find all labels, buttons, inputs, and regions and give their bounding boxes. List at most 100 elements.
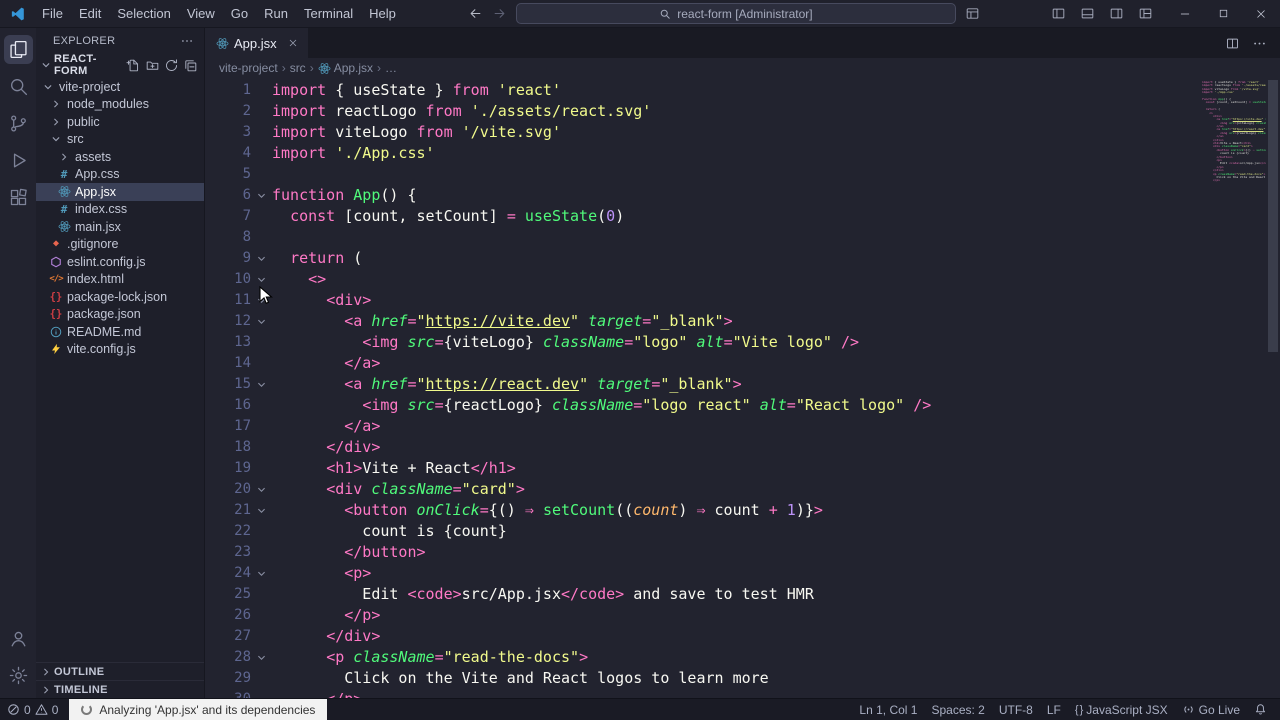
code-line-24[interactable]: 24 <p> <box>205 563 1280 584</box>
breadcrumb-…[interactable]: … <box>385 61 397 75</box>
split-editor-icon[interactable] <box>1220 36 1245 51</box>
code-line-10[interactable]: 10 <> <box>205 269 1280 290</box>
code-line-12[interactable]: 12 <a href="https://vite.dev" target="_b… <box>205 311 1280 332</box>
customize-layout-icon[interactable] <box>1131 0 1160 27</box>
code-line-28[interactable]: 28 <p className="read-the-docs"> <box>205 647 1280 668</box>
menu-go[interactable]: Go <box>223 0 256 27</box>
toggle-sidebar-icon[interactable] <box>1044 0 1073 27</box>
new-folder-icon[interactable] <box>145 58 160 73</box>
code-line-9[interactable]: 9 return ( <box>205 248 1280 269</box>
project-section-header[interactable]: REACT-FORM <box>36 53 204 77</box>
fold-toggle-icon[interactable] <box>251 563 272 584</box>
collapse-all-icon[interactable] <box>183 58 198 73</box>
fold-toggle-icon[interactable] <box>251 311 272 332</box>
code-line-3[interactable]: 3 import viteLogo from '/vite.svg' <box>205 122 1280 143</box>
code-line-25[interactable]: 25 Edit <code>src/App.jsx</code> and sav… <box>205 584 1280 605</box>
scrollbar-thumb[interactable] <box>1268 80 1278 352</box>
toggle-secondary-sidebar-icon[interactable] <box>1102 0 1131 27</box>
code-line-4[interactable]: 4 import './App.css' <box>205 143 1280 164</box>
activity-settings[interactable] <box>0 657 36 694</box>
breadcrumb-App.jsx[interactable]: App.jsx <box>318 61 373 75</box>
status-cursor-position[interactable]: Ln 1, Col 1 <box>852 699 924 720</box>
toggle-panel-icon[interactable] <box>1073 0 1102 27</box>
tree-item-README.md[interactable]: README.md <box>36 323 204 341</box>
tree-item-vite-project[interactable]: vite-project <box>36 78 204 96</box>
code-line-22[interactable]: 22 count is {count} <box>205 521 1280 542</box>
tree-item-index.css[interactable]: # index.css <box>36 201 204 219</box>
panel-outline[interactable]: OUTLINE <box>36 662 204 680</box>
tree-item-src[interactable]: src <box>36 131 204 149</box>
menu-file[interactable]: File <box>34 0 71 27</box>
tree-item-.gitignore[interactable]: ◆ .gitignore <box>36 236 204 254</box>
layout-control-icon[interactable] <box>965 6 980 21</box>
close-icon[interactable] <box>287 37 299 49</box>
menu-run[interactable]: Run <box>256 0 296 27</box>
menu-view[interactable]: View <box>179 0 223 27</box>
command-center-search[interactable]: react-form [Administrator] <box>515 3 956 24</box>
activity-extensions[interactable] <box>0 179 36 216</box>
status-eol[interactable]: LF <box>1040 699 1068 720</box>
fold-toggle-icon[interactable] <box>251 248 272 269</box>
status-notifications[interactable] <box>1247 699 1274 720</box>
tree-item-assets[interactable]: assets <box>36 148 204 166</box>
fold-toggle-icon[interactable] <box>251 479 272 500</box>
code-line-19[interactable]: 19 <h1>Vite + React</h1> <box>205 458 1280 479</box>
code-line-5[interactable]: 5 <box>205 164 1280 185</box>
activity-source-control[interactable] <box>0 105 36 142</box>
fold-toggle-icon[interactable] <box>251 290 272 311</box>
code-line-17[interactable]: 17 </a> <box>205 416 1280 437</box>
code-line-26[interactable]: 26 </p> <box>205 605 1280 626</box>
status-indentation[interactable]: Spaces: 2 <box>924 699 991 720</box>
code-line-14[interactable]: 14 </a> <box>205 353 1280 374</box>
fold-toggle-icon[interactable] <box>251 374 272 395</box>
fold-toggle-icon[interactable] <box>251 269 272 290</box>
code-line-15[interactable]: 15 <a href="https://react.dev" target="_… <box>205 374 1280 395</box>
tree-item-vite.config.js[interactable]: vite.config.js <box>36 341 204 359</box>
code-line-6[interactable]: 6 function App() { <box>205 185 1280 206</box>
code-line-23[interactable]: 23 </button> <box>205 542 1280 563</box>
editor-scrollbar[interactable] <box>1266 78 1280 698</box>
code-line-16[interactable]: 16 <img src={reactLogo} className="logo … <box>205 395 1280 416</box>
tree-item-eslint.config.js[interactable]: eslint.config.js <box>36 253 204 271</box>
breadcrumb-vite-project[interactable]: vite-project <box>219 61 278 75</box>
menu-selection[interactable]: Selection <box>109 0 178 27</box>
code-line-11[interactable]: 11 <div> <box>205 290 1280 311</box>
menu-edit[interactable]: Edit <box>71 0 109 27</box>
fold-toggle-icon[interactable] <box>251 647 272 668</box>
status-encoding[interactable]: UTF-8 <box>992 699 1040 720</box>
tree-item-main.jsx[interactable]: main.jsx <box>36 218 204 236</box>
code-editor[interactable]: 1 import { useState } from 'react' 2 import… <box>205 78 1280 698</box>
close-window-button[interactable] <box>1242 0 1280 27</box>
code-line-30[interactable]: 30 </p> <box>205 689 1280 698</box>
more-actions-icon[interactable] <box>180 34 194 48</box>
panel-timeline[interactable]: TIMELINE <box>36 680 204 698</box>
status-go-live[interactable]: Go Live <box>1175 699 1247 720</box>
more-actions-icon[interactable] <box>1247 36 1272 51</box>
code-line-27[interactable]: 27 </div> <box>205 626 1280 647</box>
refresh-icon[interactable] <box>164 58 179 73</box>
tree-item-App.css[interactable]: # App.css <box>36 166 204 184</box>
breadcrumb-src[interactable]: src <box>290 61 306 75</box>
activity-explorer[interactable] <box>0 31 36 68</box>
tab-app-jsx[interactable]: App.jsx <box>205 28 309 58</box>
activity-run-debug[interactable] <box>0 142 36 179</box>
code-line-20[interactable]: 20 <div className="card"> <box>205 479 1280 500</box>
tree-item-App.jsx[interactable]: App.jsx <box>36 183 204 201</box>
fold-toggle-icon[interactable] <box>251 185 272 206</box>
code-line-7[interactable]: 7 const [count, setCount] = useState(0) <box>205 206 1280 227</box>
new-file-icon[interactable] <box>126 58 141 73</box>
tree-item-node_modules[interactable]: node_modules <box>36 96 204 114</box>
code-line-21[interactable]: 21 <button onClick={() ⇒ setCount((count… <box>205 500 1280 521</box>
status-problems[interactable]: 0 0 <box>0 699 65 720</box>
activity-account[interactable] <box>0 620 36 657</box>
tree-item-package-lock.json[interactable]: {} package-lock.json <box>36 288 204 306</box>
tree-item-index.html[interactable]: </> index.html <box>36 271 204 289</box>
maximize-button[interactable] <box>1204 0 1242 27</box>
code-line-2[interactable]: 2 import reactLogo from './assets/react.s… <box>205 101 1280 122</box>
code-line-1[interactable]: 1 import { useState } from 'react' <box>205 80 1280 101</box>
nav-back-icon[interactable] <box>468 6 483 21</box>
status-language-mode[interactable]: { } JavaScript JSX <box>1068 699 1175 720</box>
fold-toggle-icon[interactable] <box>251 500 272 521</box>
code-line-18[interactable]: 18 </div> <box>205 437 1280 458</box>
menu-terminal[interactable]: Terminal <box>296 0 361 27</box>
